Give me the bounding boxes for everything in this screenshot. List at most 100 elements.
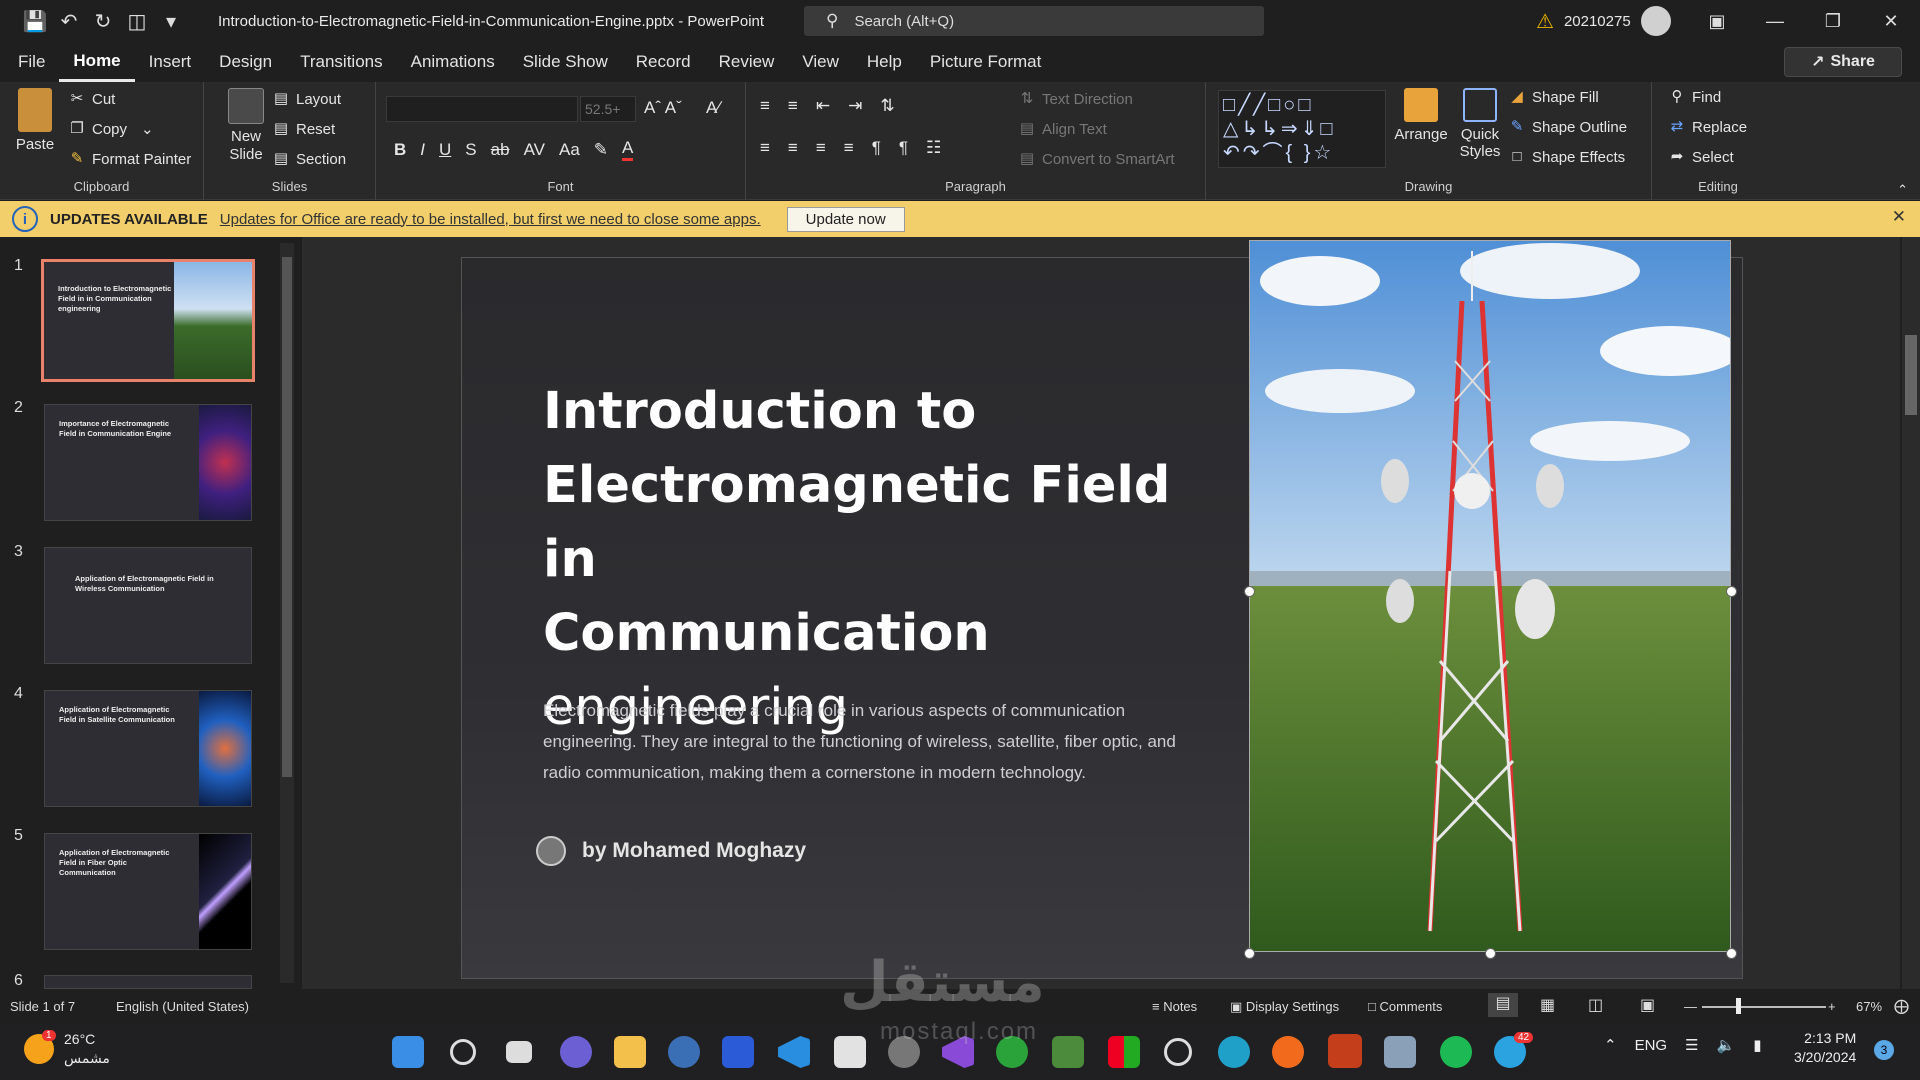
zoom-out-icon[interactable]: — xyxy=(1684,999,1697,1014)
slide-thumbnail-5[interactable]: Application of Electromagnetic Field in … xyxy=(44,833,252,950)
tab-animations[interactable]: Animations xyxy=(397,42,509,82)
search-box[interactable]: ⚲ Search (Alt+Q) xyxy=(804,6,1264,36)
notification-badge[interactable]: 3 xyxy=(1874,1040,1894,1060)
char-spacing-icon[interactable]: AV xyxy=(524,140,545,160)
align-right-icon[interactable]: ≡ xyxy=(816,138,826,158)
image-app-icon[interactable] xyxy=(1052,1036,1084,1068)
save-icon[interactable]: 💾 xyxy=(18,4,52,38)
tab-help[interactable]: Help xyxy=(853,42,916,82)
reset-button[interactable]: ▤ Reset xyxy=(272,120,335,138)
undo-icon[interactable]: ↶ xyxy=(52,4,86,38)
shape-effects-button[interactable]: □ Shape Effects xyxy=(1508,148,1625,166)
collapse-ribbon-icon[interactable]: ⌃ xyxy=(1897,182,1908,198)
language-indicator[interactable]: ENG xyxy=(1635,1037,1668,1054)
paste-button[interactable]: Paste xyxy=(12,88,58,153)
calculator-icon[interactable] xyxy=(1384,1036,1416,1068)
bold-icon[interactable]: B xyxy=(394,140,406,160)
zoom-level[interactable]: 67% xyxy=(1856,999,1882,1014)
scrollbar-thumb[interactable] xyxy=(282,257,292,777)
replace-button[interactable]: ⇄ Replace xyxy=(1668,118,1747,136)
arrange-button[interactable]: Arrange xyxy=(1392,88,1450,143)
comments-button[interactable]: □ Comments xyxy=(1368,999,1442,1014)
share-button[interactable]: ↗ Share xyxy=(1784,47,1902,77)
font-name-input[interactable] xyxy=(386,96,578,122)
slideshow-icon[interactable]: ▣ xyxy=(1640,995,1655,1015)
spotify-icon[interactable] xyxy=(1440,1036,1472,1068)
ribbon-display-icon[interactable]: ▣ xyxy=(1688,0,1746,42)
search-icon[interactable] xyxy=(450,1039,476,1065)
firefox-icon[interactable] xyxy=(1272,1036,1304,1068)
tab-file[interactable]: File xyxy=(4,42,59,82)
avatar[interactable] xyxy=(1640,6,1671,36)
media-player-icon[interactable] xyxy=(1164,1038,1192,1066)
drawing-app-icon[interactable] xyxy=(722,1036,754,1068)
underline-icon[interactable]: U xyxy=(439,140,451,160)
present-icon[interactable]: ◫ xyxy=(120,4,154,38)
align-text-button[interactable]: ▤ Align Text xyxy=(1018,120,1107,138)
shadow-icon[interactable]: S xyxy=(465,140,476,160)
bullets-icon[interactable]: ≡ xyxy=(760,96,770,116)
italic-icon[interactable]: I xyxy=(420,140,425,160)
customize-toolbar-icon[interactable]: ▾ xyxy=(154,4,188,38)
copy-button[interactable]: ❐ Copy ⌄ xyxy=(68,120,153,138)
reading-view-icon[interactable]: ◫ xyxy=(1588,995,1603,1015)
font-color-icon[interactable]: A xyxy=(622,138,634,161)
resize-handle[interactable] xyxy=(1726,586,1737,597)
shape-fill-button[interactable]: ◢ Shape Fill xyxy=(1508,88,1598,106)
fit-slide-icon[interactable]: ⨁ xyxy=(1894,997,1909,1015)
zoom-in-icon[interactable]: + xyxy=(1828,999,1836,1014)
teams-chat-icon[interactable] xyxy=(560,1036,592,1068)
rtl-icon[interactable]: ¶ xyxy=(899,138,908,158)
tab-design[interactable]: Design xyxy=(205,42,286,82)
volume-icon[interactable]: 🔈 xyxy=(1717,1036,1736,1054)
store-icon[interactable] xyxy=(834,1036,866,1068)
tab-review[interactable]: Review xyxy=(705,42,789,82)
editor-scrollbar[interactable] xyxy=(1902,237,1920,989)
select-button[interactable]: ➦ Select xyxy=(1668,148,1734,166)
tab-transitions[interactable]: Transitions xyxy=(286,42,397,82)
update-now-button[interactable]: Update now xyxy=(786,206,905,232)
numbering-icon[interactable]: ≡ xyxy=(788,96,798,116)
tab-view[interactable]: View xyxy=(788,42,853,82)
align-center-icon[interactable]: ≡ xyxy=(788,138,798,158)
author-byline[interactable]: by Mohamed Moghazy xyxy=(536,836,806,866)
tab-slide-show[interactable]: Slide Show xyxy=(509,42,622,82)
resize-handle[interactable] xyxy=(1726,948,1737,959)
tower-photo[interactable] xyxy=(1249,240,1731,952)
increase-font-icon[interactable]: Aˆ Aˇ xyxy=(644,98,682,118)
zoom-slider-thumb[interactable] xyxy=(1736,998,1741,1014)
slide-thumbnail-6[interactable] xyxy=(44,975,252,989)
close-icon[interactable]: ✕ xyxy=(1892,207,1906,227)
highlight-icon[interactable]: ✎ xyxy=(594,140,608,160)
clear-formatting-icon[interactable]: A∕ xyxy=(706,98,720,118)
strikethrough-icon[interactable]: ab xyxy=(491,140,510,160)
weather-widget[interactable]: 1 26°C مشمس xyxy=(24,1030,110,1068)
ltr-icon[interactable]: ¶ xyxy=(872,138,881,158)
tab-record[interactable]: Record xyxy=(622,42,705,82)
text-direction-button[interactable]: ⇅ Text Direction xyxy=(1018,90,1133,108)
start-icon[interactable] xyxy=(392,1036,424,1068)
section-button[interactable]: ▤ Section xyxy=(272,150,346,168)
battery-icon[interactable]: ▮ xyxy=(1753,1036,1761,1054)
scrollbar-thumb[interactable] xyxy=(1905,335,1917,415)
edge-icon[interactable] xyxy=(1218,1036,1250,1068)
restore-icon[interactable]: ❐ xyxy=(1804,0,1862,42)
close-icon[interactable]: ✕ xyxy=(1862,0,1920,42)
update-message-link[interactable]: Updates for Office are ready to be insta… xyxy=(220,211,761,228)
normal-view-icon[interactable]: ▤ xyxy=(1488,993,1518,1017)
warning-icon[interactable]: ⚠ xyxy=(1536,9,1554,34)
zoom-slider[interactable] xyxy=(1702,1006,1826,1008)
change-case-icon[interactable]: Aa xyxy=(559,140,580,160)
powerpoint-icon[interactable] xyxy=(1328,1034,1362,1068)
office-app-icon[interactable] xyxy=(1108,1036,1140,1068)
slide-thumbnail-1[interactable]: Introduction to Electromagnetic Field in… xyxy=(41,259,255,382)
wifi-icon[interactable]: ☰ xyxy=(1685,1036,1698,1054)
display-settings-button[interactable]: ▣ Display Settings xyxy=(1230,999,1339,1015)
tab-picture-format[interactable]: Picture Format xyxy=(916,42,1055,82)
clock[interactable]: 2:13 PM 3/20/2024 xyxy=(1794,1029,1856,1067)
quick-styles-button[interactable]: Quick Styles xyxy=(1452,88,1508,160)
new-slide-button[interactable]: New Slide xyxy=(216,88,276,164)
slide-thumbnail-3[interactable]: Application of Electromagnetic Field in … xyxy=(44,547,252,664)
redo-icon[interactable]: ↻ xyxy=(86,4,120,38)
format-painter-button[interactable]: ✎ Format Painter xyxy=(68,150,192,168)
